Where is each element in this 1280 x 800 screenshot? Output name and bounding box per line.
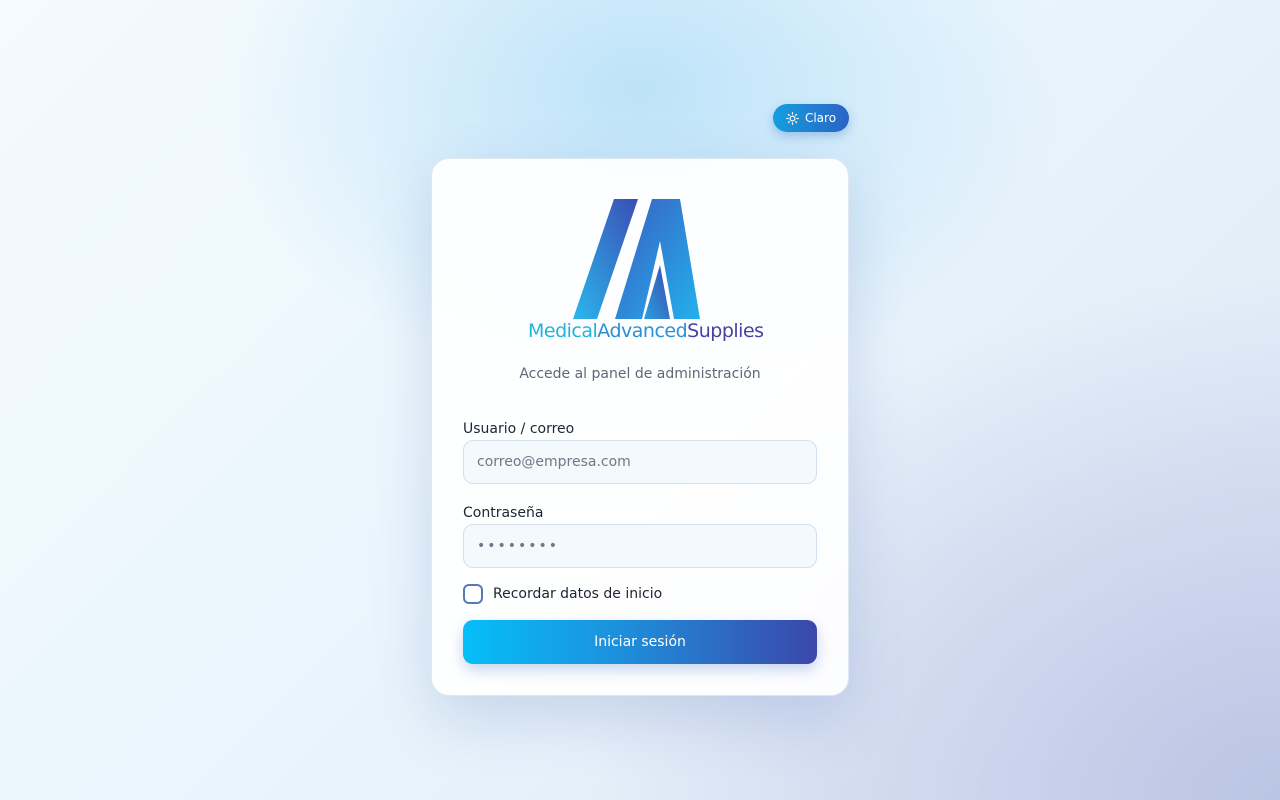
password-input[interactable] (463, 524, 817, 568)
login-button[interactable]: Iniciar sesión (463, 620, 817, 664)
sun-icon (786, 111, 799, 125)
login-subtitle: Accede al panel de administración (519, 366, 761, 382)
remember-checkbox-box[interactable] (463, 584, 483, 604)
logo-mark-icon (573, 199, 700, 319)
login-card: MedicalAdvancedSupplies Accede al panel … (431, 158, 849, 696)
username-label: Usuario / correo (463, 421, 575, 437)
remember-label: Recordar datos de inicio (493, 586, 663, 602)
brand-word-medical: Medical (528, 320, 598, 342)
theme-toggle-button[interactable]: Claro (773, 104, 849, 132)
brand-word-supplies: Supplies (687, 320, 764, 342)
brand-logo: MedicalAdvancedSupplies (528, 195, 764, 345)
brand-word-advanced: Advanced (597, 320, 688, 342)
theme-toggle-label: Claro (804, 111, 837, 125)
password-label: Contraseña (463, 505, 544, 521)
brand-wordmark: MedicalAdvancedSupplies (528, 319, 764, 343)
username-input[interactable] (463, 440, 817, 484)
remember-me-checkbox[interactable]: Recordar datos de inicio (463, 584, 662, 604)
